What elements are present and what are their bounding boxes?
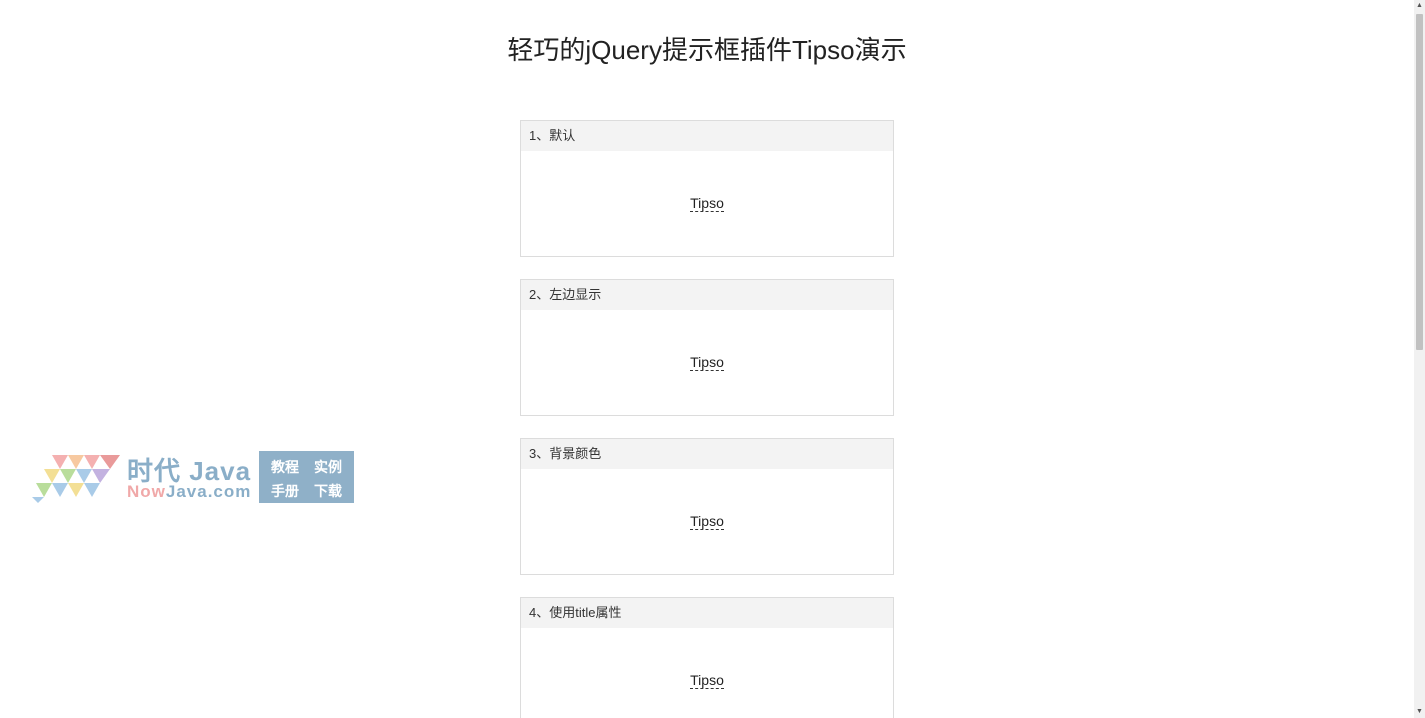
tipso-link[interactable]: Tipso bbox=[690, 354, 724, 371]
watermark-site-part2: Java.com bbox=[165, 482, 252, 501]
scroll-up-icon[interactable]: ▲ bbox=[1414, 0, 1425, 12]
tipso-link-wrapper: Tipso bbox=[521, 512, 893, 530]
demo-panel-body: Tipso bbox=[521, 151, 893, 256]
demo-panel-heading: 1、默认 bbox=[521, 121, 893, 151]
tipso-link-wrapper: Tipso bbox=[521, 353, 893, 371]
page-title: 轻巧的jQuery提示框插件Tipso演示 bbox=[507, 35, 907, 65]
demo-panel-background: 3、背景颜色 Tipso bbox=[520, 438, 894, 575]
tipso-link-wrapper: Tipso bbox=[521, 671, 893, 689]
tipso-link[interactable]: Tipso bbox=[690, 672, 724, 689]
vertical-scrollbar[interactable]: ▲ ▼ bbox=[1414, 0, 1425, 718]
demo-panel-body: Tipso bbox=[521, 628, 893, 718]
watermark: 时代 Java NowJava.com 教程 实例 手册 下载 bbox=[30, 451, 360, 506]
watermark-menu-box: 教程 实例 手册 下载 bbox=[259, 451, 354, 503]
demo-panel-heading: 2、左边显示 bbox=[521, 280, 893, 310]
scroll-down-icon[interactable]: ▼ bbox=[1414, 706, 1425, 718]
watermark-site: NowJava.com bbox=[127, 482, 251, 502]
demo-panel-body: Tipso bbox=[521, 310, 893, 415]
tipso-link[interactable]: Tipso bbox=[690, 195, 724, 212]
triangle-logo-icon bbox=[32, 455, 120, 503]
watermark-cell: 教程 bbox=[271, 459, 299, 475]
watermark-cell: 下载 bbox=[314, 483, 342, 499]
page: 轻巧的jQuery提示框插件Tipso演示 1、默认 Tipso 2、左边显示 … bbox=[0, 0, 1425, 718]
watermark-site-part1: Now bbox=[127, 482, 166, 501]
tipso-link-wrapper: Tipso bbox=[521, 194, 893, 212]
demo-panel-default: 1、默认 Tipso bbox=[520, 120, 894, 257]
demo-panel-title-attr: 4、使用title属性 Tipso bbox=[520, 597, 894, 718]
demo-panel-heading: 3、背景颜色 bbox=[521, 439, 893, 469]
demo-panel-body: Tipso bbox=[521, 469, 893, 574]
watermark-cell: 手册 bbox=[271, 483, 299, 499]
tipso-link[interactable]: Tipso bbox=[690, 513, 724, 530]
demo-panel-left: 2、左边显示 Tipso bbox=[520, 279, 894, 416]
scrollbar-thumb[interactable] bbox=[1416, 14, 1423, 350]
watermark-cell: 实例 bbox=[314, 459, 342, 475]
demo-panel-heading: 4、使用title属性 bbox=[521, 598, 893, 628]
content-area: 轻巧的jQuery提示框插件Tipso演示 1、默认 Tipso 2、左边显示 … bbox=[0, 0, 1414, 718]
